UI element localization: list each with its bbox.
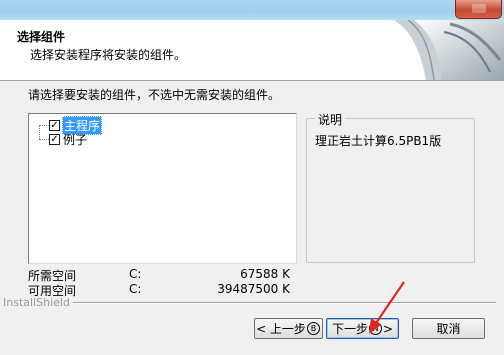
- back-button[interactable]: < 上一步 B: [254, 318, 323, 339]
- disk-space-info: 所需空间 C: 67588 K 可用空间 C: 39487500 K: [28, 267, 298, 298]
- next-mnemonic: N: [368, 322, 382, 335]
- tree-connector: [39, 125, 49, 126]
- available-space-drive: C:: [129, 282, 142, 296]
- cancel-button[interactable]: 取消: [412, 318, 485, 339]
- next-button[interactable]: 下一步 N >: [326, 318, 399, 339]
- cancel-button-label: 取消: [436, 322, 461, 336]
- required-space-row: 所需空间 C: 67588 K: [28, 267, 298, 283]
- description-group: 说明 理正岩土计算6.5PB1版: [306, 111, 475, 263]
- window-titlebar: [0, 0, 504, 20]
- component-label: 例子: [63, 133, 88, 147]
- close-button[interactable]: [455, 0, 502, 19]
- header-panel: 选择组件 选择安装程序将安装的组件。: [0, 20, 504, 81]
- back-button-label: < 上一步: [256, 322, 306, 336]
- required-space-value: 67588 K: [240, 267, 290, 281]
- required-space-drive: C:: [129, 267, 142, 281]
- description-title: 说明: [315, 111, 346, 128]
- checkbox-checked-icon[interactable]: ✓: [49, 134, 60, 145]
- tree-connector: [39, 139, 49, 140]
- brand-separator: InstallShield: [0, 296, 504, 310]
- component-item-examples[interactable]: ✓ 例子: [49, 132, 88, 147]
- tree-connector: [39, 125, 40, 139]
- page-title: 选择组件: [17, 30, 66, 44]
- checkbox-checked-icon[interactable]: ✓: [49, 120, 60, 131]
- instruction-text: 请选择要安装的组件，不选中无需安装的组件。: [28, 88, 281, 102]
- component-tree[interactable]: ✓ 主程序 ✓ 例子: [28, 113, 297, 264]
- brand-label: InstallShield: [3, 296, 73, 309]
- separator-line: [66, 302, 496, 304]
- next-button-suffix: >: [382, 321, 394, 336]
- header-decoration-image: [394, 20, 504, 80]
- available-space-value: 39487500 K: [217, 282, 290, 296]
- description-text: 理正岩土计算6.5PB1版: [315, 134, 442, 148]
- next-button-label: 下一步: [331, 322, 368, 336]
- page-subtitle: 选择安装程序将安装的组件。: [30, 48, 187, 62]
- back-mnemonic: B: [306, 322, 320, 335]
- available-space-row: 可用空间 C: 39487500 K: [28, 282, 298, 298]
